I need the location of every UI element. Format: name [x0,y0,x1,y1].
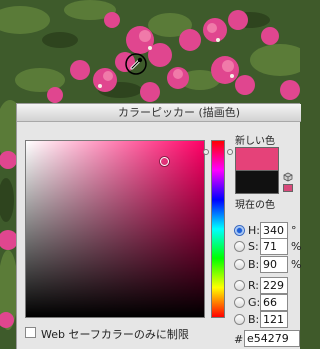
blue-row: B: 121 [234,311,302,329]
green-label: G: [248,296,261,309]
websafe-color-swatch[interactable] [283,184,293,192]
hue-slider-marker-left[interactable] [203,149,209,155]
hue-slider[interactable] [211,140,225,318]
green-radio[interactable] [234,297,245,308]
websafe-checkbox[interactable] [25,327,36,338]
hue-label: H: [248,224,260,237]
brightness-radio[interactable] [234,259,245,270]
websafe-label: Web セーフカラーのみに制限 [41,328,189,341]
red-row: R: 229 [234,277,302,295]
hue-slider-marker-right[interactable] [227,149,233,155]
cube-icon[interactable] [283,172,293,182]
new-color-label: 新しい色 [235,136,275,147]
saturation-input[interactable]: 71 [260,238,288,255]
green-input[interactable]: 66 [260,294,288,311]
red-input[interactable]: 229 [260,277,288,294]
dialog-title: カラーピッカー (描画色) [117,106,241,119]
eyedropper-icon [125,53,147,75]
hue-unit: ° [291,224,297,237]
blue-input[interactable]: 121 [260,311,288,328]
dialog-titlebar[interactable]: カラーピッカー (描画色) [17,104,301,122]
blue-label: B: [248,313,260,326]
color-field-cursor[interactable] [160,157,169,166]
saturation-row: S: 71 % [234,238,302,256]
color-picker-dialog: カラーピッカー (描画色) 新しい色 現在の色 H: 340 ° S: 71 %… [16,103,302,349]
saturation-brightness-field[interactable] [25,140,205,318]
saturation-label: S: [248,240,259,253]
new-color-swatch [235,147,279,171]
brightness-row: B: 90 % [234,256,302,274]
saturation-radio[interactable] [234,241,245,252]
brightness-input[interactable]: 90 [260,256,288,273]
green-row: G: 66 [234,294,302,312]
hue-radio[interactable] [234,225,245,236]
brightness-unit: % [291,258,302,271]
current-color-swatch[interactable] [235,170,279,194]
hue-input[interactable]: 340 [260,222,288,239]
red-radio[interactable] [234,280,245,291]
blue-radio[interactable] [234,314,245,325]
red-label: R: [248,279,260,292]
hex-label: # [234,333,244,346]
hex-input[interactable]: e54279 [244,330,300,347]
current-color-label: 現在の色 [235,200,275,211]
saturation-unit: % [291,240,302,253]
brightness-label: B: [248,258,260,271]
